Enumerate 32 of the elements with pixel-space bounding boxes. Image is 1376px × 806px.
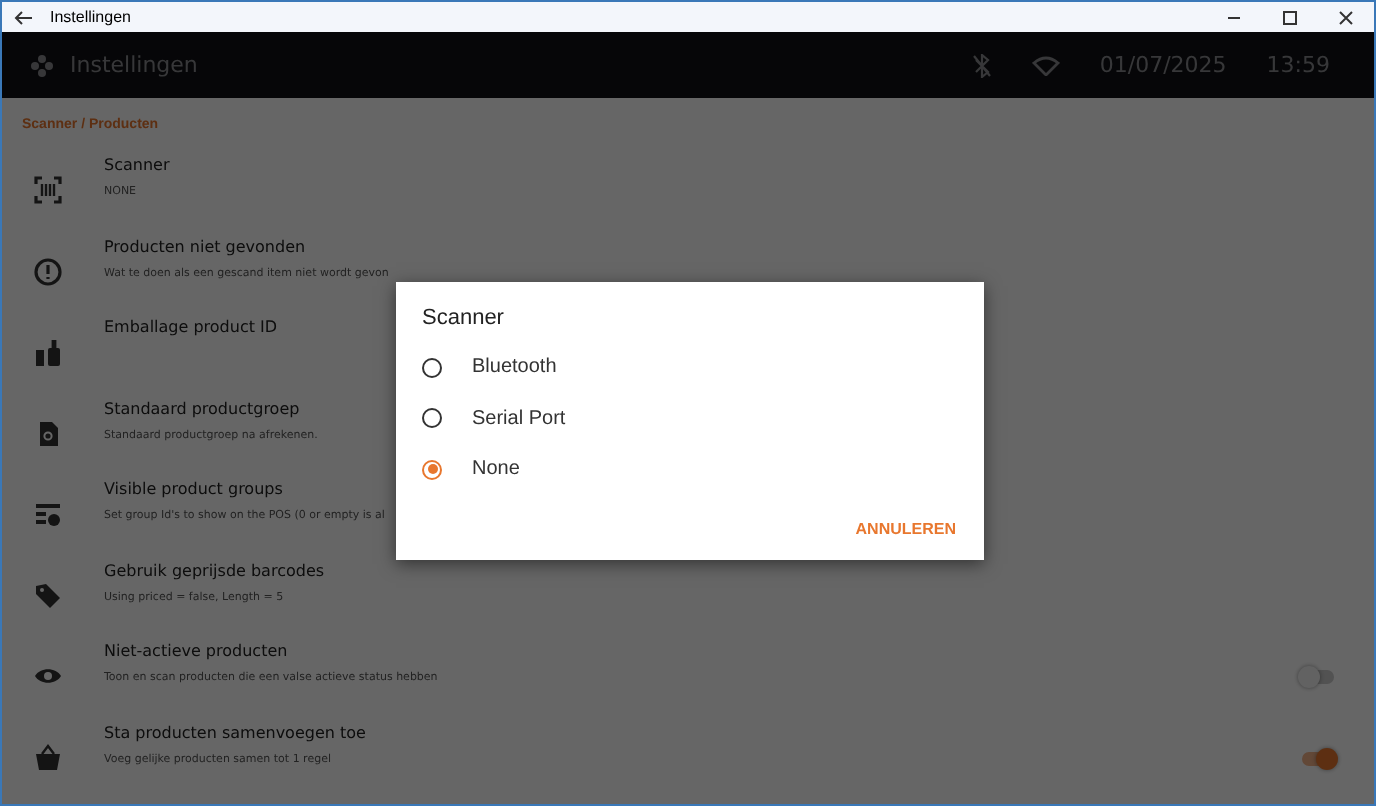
toggle-switch[interactable]: [1302, 670, 1334, 684]
list-icon: [34, 500, 62, 528]
option-label[interactable]: None: [472, 458, 520, 481]
flower-icon: [30, 53, 54, 77]
setting-title[interactable]: Gebruik geprijsde barcodes: [104, 561, 325, 579]
tag-icon: [34, 581, 62, 609]
setting-title[interactable]: Producten niet gevonden: [104, 237, 306, 255]
toggle-switch[interactable]: [1302, 751, 1334, 765]
radio-button[interactable]: [422, 357, 442, 378]
wifi-icon: [1031, 55, 1060, 75]
setting-title[interactable]: Emballage product ID: [104, 318, 278, 336]
barcode-icon: [34, 176, 62, 204]
bottles-icon: [34, 338, 62, 366]
option-label[interactable]: Serial Port: [472, 407, 566, 430]
radio-button[interactable]: [422, 408, 442, 429]
alert-icon: [34, 257, 62, 285]
close-icon[interactable]: [1338, 9, 1354, 25]
document-icon: [34, 419, 62, 447]
setting-title[interactable]: Sta producten samenvoegen toe: [104, 723, 366, 741]
cancel-button[interactable]: ANNULEREN: [855, 511, 956, 545]
maximize-icon[interactable]: [1282, 9, 1298, 25]
bluetooth-off-icon: [971, 53, 992, 77]
setting-title[interactable]: Standaard productgroep: [104, 399, 300, 417]
setting-title[interactable]: Visible product groups: [104, 480, 283, 498]
setting-title[interactable]: Niet-actieve producten: [104, 642, 288, 660]
basket-icon: [34, 743, 62, 771]
setting-title[interactable]: Scanner: [104, 156, 170, 174]
window-title: Instellingen: [50, 8, 133, 26]
radio-button[interactable]: [422, 459, 442, 480]
back-arrow-icon[interactable]: [14, 9, 34, 25]
dialog-title: Scanner: [422, 306, 504, 330]
option-label[interactable]: Bluetooth: [472, 356, 557, 379]
